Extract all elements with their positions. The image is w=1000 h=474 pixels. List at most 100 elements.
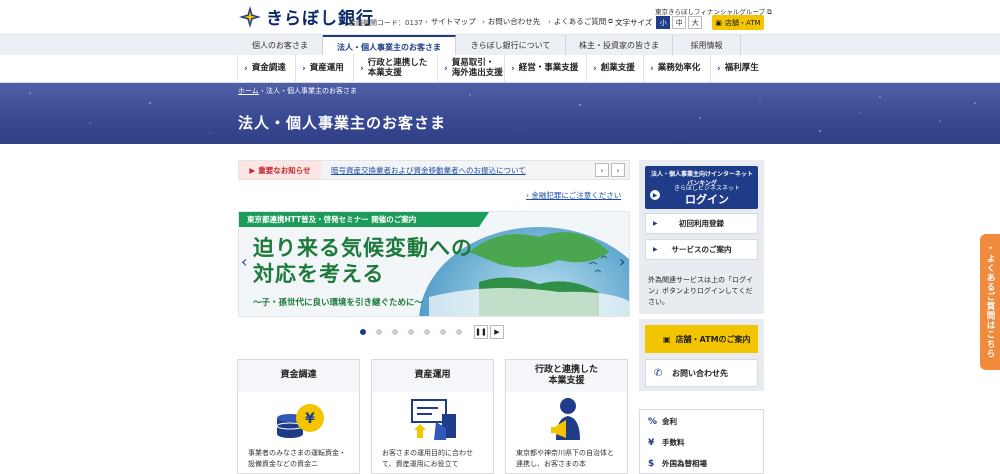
first-registration-button[interactable]: ▶ 初回利用登録	[645, 213, 758, 234]
subnav-funding[interactable]: › 資金調達	[237, 55, 295, 83]
faq-link[interactable]: › よくあるご質問 ⧉	[548, 16, 613, 27]
ib-login-button[interactable]: 法人・個人事業主向けインターネットバンキング きらぼしビジネスネット ▶ ログイ…	[645, 166, 758, 209]
slide-tag: 東京都連携HTT普及・啓発セミナー 開催のご案内	[239, 212, 489, 227]
main-tabs: 個人のお客さま 法人・個人事業主のお客さま きらぼし銀行について 株主・投資家の…	[0, 34, 1000, 88]
play-icon: ▶	[494, 328, 500, 336]
login-label: ログイン	[685, 193, 729, 206]
starry-background	[29, 90, 976, 139]
card-text: 事業者のみなさまの運転資金・設備資金などの資金ニ	[248, 449, 346, 469]
chevron-left-icon: ‹	[600, 165, 604, 175]
store-atm-link[interactable]: ▣ 店舗・ATMのご案内	[645, 325, 758, 353]
subnav-asset[interactable]: › 資産運用	[295, 55, 353, 83]
chevron-up-icon: ›	[985, 245, 995, 251]
chevron-right-icon: ›	[425, 17, 428, 26]
faq-floating-tab[interactable]: › よくあるご質問はこちら	[980, 234, 1000, 370]
phone-icon: ✆	[654, 367, 663, 379]
slide-subtitle: 〜子・孫世代に良い環境を引き継ぐために〜	[253, 298, 424, 308]
service-card-gov[interactable]: 行政と連携した 本業支援 東京都や神奈川県下の自治体と連携し、お客さまの本	[505, 359, 628, 474]
carousel-dot[interactable]	[440, 329, 446, 335]
chevron-right-icon: ›	[482, 17, 485, 26]
chevron-right-icon: ›	[650, 63, 654, 74]
chevron-right-icon: ›	[244, 63, 248, 74]
chevron-right-icon: ›	[548, 17, 551, 26]
breadcrumb: ホーム › 法人・個人事業主のお客さま	[238, 87, 358, 95]
carousel-dots: ❚❚ ▶	[360, 325, 504, 339]
carousel-dot[interactable]	[424, 329, 430, 335]
carousel-slide[interactable]: 東京都連携HTT普及・啓発セミナー 開催のご案内 迫り来る気候変動への 対応を考…	[238, 211, 630, 317]
fee-link[interactable]: ¥ 手数料	[648, 437, 685, 448]
tab-investors[interactable]: 株主・投資家の皆さま	[566, 35, 673, 56]
slide-prev-button[interactable]: ‹	[241, 252, 247, 271]
investment-chart-icon	[372, 392, 495, 448]
slide-headline: 迫り来る気候変動への 対応を考える	[253, 236, 473, 287]
fraud-warning-link[interactable]: › 金融犯罪にご注意ください	[526, 190, 621, 201]
star-logo-icon	[238, 5, 262, 29]
font-size-medium[interactable]: 中	[672, 16, 687, 29]
chevron-right-icon: ›	[593, 63, 597, 74]
service-guide-button[interactable]: ▶ サービスのご案内	[645, 239, 758, 260]
subnav-gov[interactable]: › 行政と連携した 本業支援	[353, 55, 437, 83]
slide-next-button[interactable]: ›	[619, 252, 625, 271]
external-link-icon: ⧉	[608, 17, 613, 25]
service-card-funding[interactable]: 資金調達 ¥ 事業者のみなさまの運転資金・設備資金などの資金ニ	[237, 359, 360, 474]
carousel-dot[interactable]	[392, 329, 398, 335]
contact-link[interactable]: › お問い合わせ先	[482, 16, 540, 27]
carousel-dot[interactable]	[408, 329, 414, 335]
interest-rate-link[interactable]: % 金利	[648, 416, 677, 427]
external-link-icon: ⧉	[767, 8, 772, 16]
bank-code: 金融機関コード：0137	[349, 19, 423, 27]
carousel-dot[interactable]	[360, 329, 366, 335]
chevron-right-icon: ›	[360, 63, 364, 74]
fx-rate-link[interactable]: $ 外国為替相場	[648, 458, 707, 469]
service-subnav: › 資金調達 › 資産運用 › 行政と連携した 本業支援 › 貿易取引・ 海外進出支援 …	[0, 55, 1000, 83]
subnav-trade[interactable]: › 貿易取引・ 海外進出支援	[437, 55, 504, 83]
font-size-small[interactable]: 小	[656, 16, 671, 29]
play-button[interactable]: ▶	[490, 325, 504, 339]
notice-link[interactable]: 暗号資産交換業者および資金移動業者へのお振込について	[331, 165, 526, 176]
pause-icon: ❚❚	[475, 328, 487, 336]
tab-about[interactable]: きらぼし銀行について	[456, 35, 566, 56]
svg-text:¥: ¥	[305, 411, 315, 427]
megaphone-person-icon	[506, 392, 629, 448]
triangle-right-icon: ▶	[653, 246, 658, 253]
chevron-right-icon: ›	[444, 63, 448, 74]
subnav-efficiency[interactable]: › 業務効率化	[643, 55, 710, 83]
service-card-asset[interactable]: 資産運用 お客さまの運用目的に合わせて、資産運用にお役立て	[371, 359, 494, 474]
pause-button[interactable]: ❚❚	[474, 325, 488, 339]
tab-business[interactable]: 法人・個人事業主のお客さま	[323, 35, 456, 57]
yen-icon: ¥	[648, 437, 655, 448]
card-title: 資金調達	[238, 360, 359, 392]
chevron-right-icon: ›	[616, 165, 620, 175]
top-bar: きらぼし銀行 金融機関コード：0137 › サイトマップ › お問い合わせ先 › よく…	[0, 0, 1000, 34]
notice-prev-button[interactable]: ‹	[595, 163, 609, 177]
card-title: 行政と連携した 本業支援	[506, 360, 627, 392]
sitemap-link[interactable]: › サイトマップ	[425, 16, 476, 27]
contact-button[interactable]: ✆ お問い合わせ先	[645, 359, 758, 387]
notice-next-button[interactable]: ›	[611, 163, 625, 177]
dollar-icon: $	[648, 458, 655, 469]
font-size-large[interactable]: 大	[688, 16, 703, 29]
subnav-startup[interactable]: › 創業支援	[586, 55, 643, 83]
tab-personal[interactable]: 個人のお客さま	[238, 35, 323, 56]
card-title: 資産運用	[372, 360, 493, 392]
chevron-right-icon: ›	[302, 63, 306, 74]
tab-recruit[interactable]: 採用情報	[673, 35, 741, 56]
carousel-dot[interactable]	[456, 329, 462, 335]
chevron-right-icon: ›	[511, 63, 515, 74]
chevron-left-icon: ‹	[241, 252, 248, 271]
alert-icon: ▶	[249, 165, 256, 175]
subnav-management[interactable]: › 経営・事業支援	[504, 55, 586, 83]
chevron-right-icon: ›	[717, 63, 721, 74]
forex-note: 外為関連サービスは上の「ログイン」ボタンよりログインしてください。	[648, 276, 753, 306]
carousel-dot[interactable]	[376, 329, 382, 335]
breadcrumb-current: 法人・個人事業主のお客さま	[266, 87, 358, 95]
font-size-switcher: 文字サイズ 小 中 大	[615, 16, 703, 29]
subnav-welfare[interactable]: › 福利厚生	[710, 55, 764, 83]
breadcrumb-home[interactable]: ホーム	[238, 87, 259, 95]
card-text: 東京都や神奈川県下の自治体と連携し、お客さまの本	[516, 449, 614, 469]
notice-tag: ▶ 重要なお知らせ	[239, 161, 321, 179]
atm-button[interactable]: ▣ 店舗・ATM	[712, 15, 764, 30]
percent-icon: %	[648, 416, 658, 427]
store-icon: ▣	[663, 334, 671, 344]
card-text: お客さまの運用目的に合わせて、資産運用にお役立て	[382, 449, 473, 469]
